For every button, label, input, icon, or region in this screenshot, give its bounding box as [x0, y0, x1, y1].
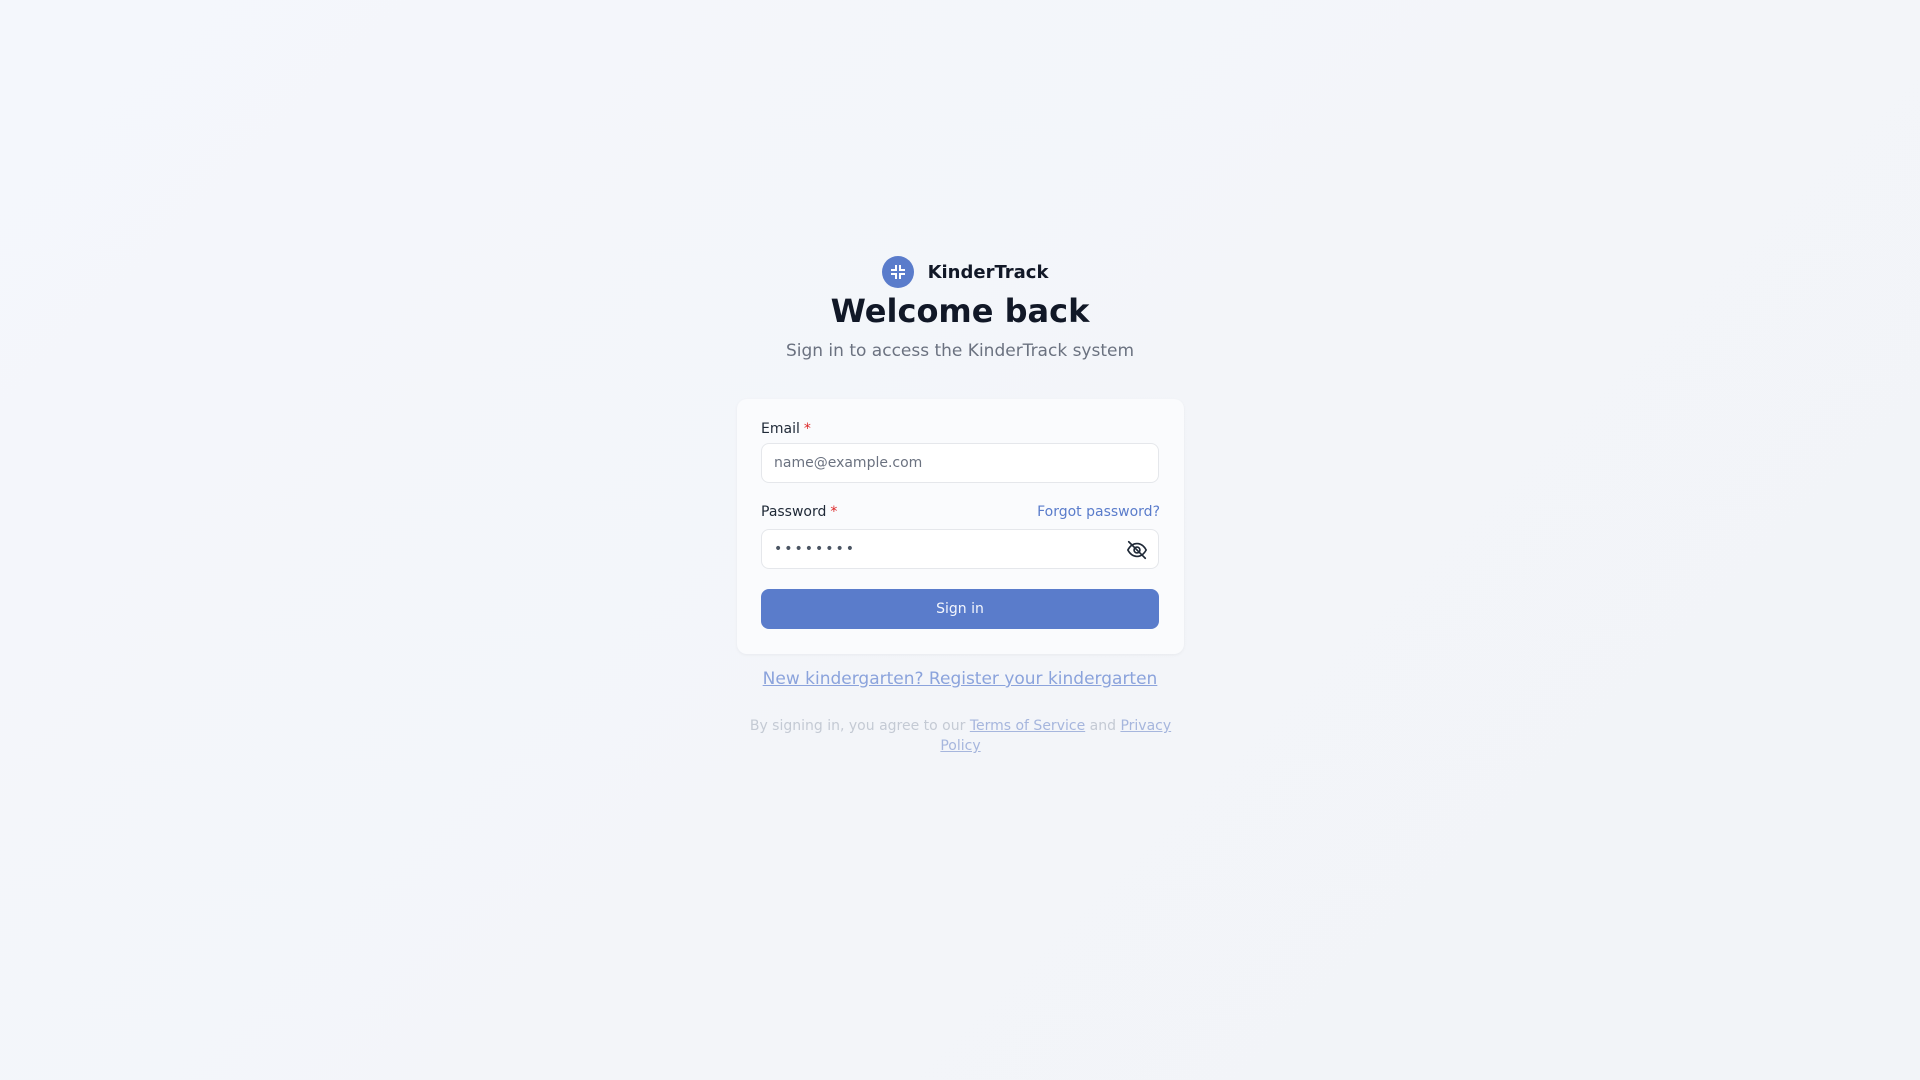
- login-card: Email* Password* Forgot password? ••••••…: [737, 399, 1184, 654]
- terms-notice: By signing in, you agree to our Terms of…: [737, 716, 1184, 756]
- login-page: KinderTrack Welcome back Sign in to acce…: [0, 0, 1920, 1080]
- register-kindergarten-link[interactable]: New kindergarten? Register your kinderga…: [763, 669, 1158, 689]
- password-required-mark: *: [830, 504, 838, 520]
- brand-name: KinderTrack: [927, 261, 1049, 283]
- page-subtitle: Sign in to access the KinderTrack system: [785, 341, 1135, 361]
- password-label: Password *: [761, 504, 837, 520]
- sign-in-button[interactable]: Sign in: [761, 589, 1159, 629]
- email-label-text: Email: [761, 421, 800, 437]
- register-row: New kindergarten? Register your kinderga…: [0, 669, 1920, 689]
- terms-of-service-link[interactable]: Terms of Service: [970, 718, 1085, 734]
- forgot-password-link[interactable]: Forgot password?: [1037, 504, 1160, 520]
- password-label-text: Password: [761, 504, 827, 520]
- password-masked-value: ••••••••: [774, 541, 857, 557]
- terms-prefix: By signing in, you agree to our: [749, 718, 970, 734]
- page-title: Welcome back: [830, 292, 1090, 330]
- brand-header: KinderTrack: [0, 256, 1920, 288]
- arrows-collapse-icon: [881, 256, 914, 288]
- eye-off-icon[interactable]: [1126, 539, 1148, 561]
- terms-and: and: [1085, 718, 1121, 734]
- email-required-mark: *: [803, 421, 811, 437]
- password-input[interactable]: ••••••••: [761, 529, 1159, 569]
- email-input[interactable]: [761, 443, 1159, 483]
- email-label: Email *: [761, 421, 811, 437]
